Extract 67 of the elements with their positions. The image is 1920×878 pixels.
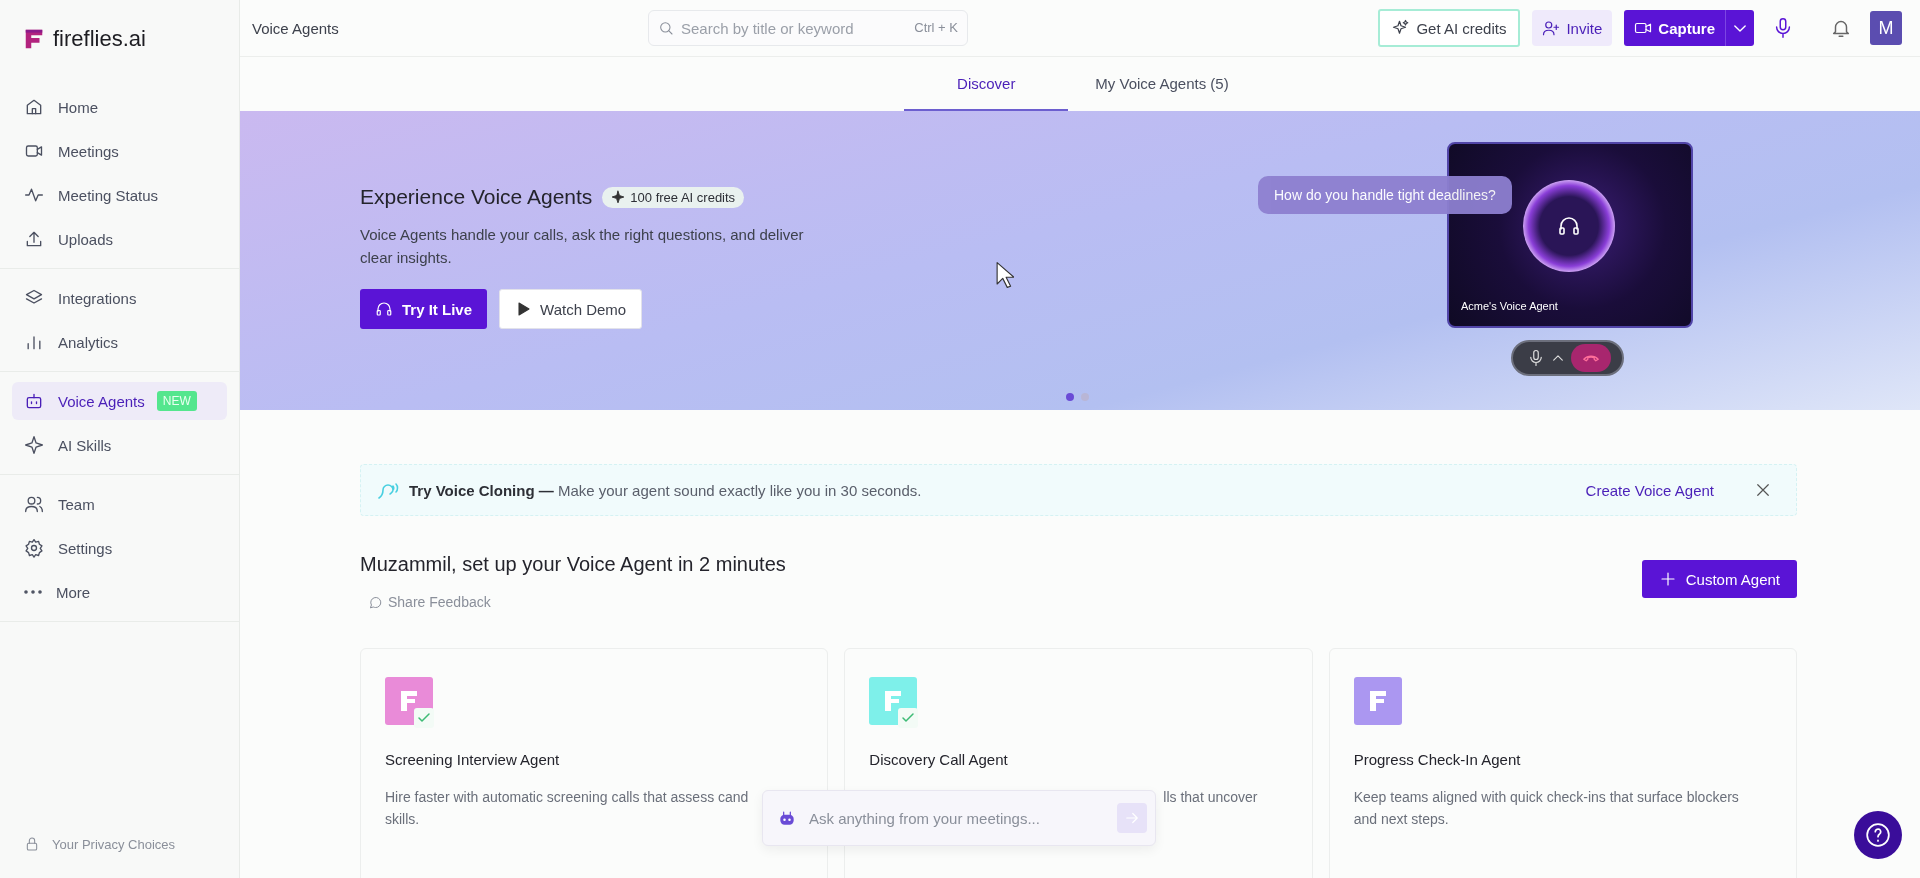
card-title: Progress Check-In Agent bbox=[1353, 751, 1522, 768]
try-live-button[interactable]: Try It Live bbox=[360, 289, 488, 329]
get-credits-button[interactable]: Get AI credits bbox=[1378, 9, 1521, 47]
card-description: Hire faster with automatic screening calls that assess cand bbox=[385, 788, 749, 807]
sidebar-item[interactable]: Team bbox=[12, 485, 227, 523]
custom-agent-button[interactable]: Custom Agent bbox=[1641, 560, 1797, 598]
sidebar-item[interactable]: Uploads bbox=[12, 220, 227, 258]
watch-demo-button[interactable]: Watch Demo bbox=[499, 289, 643, 329]
sidebar-item[interactable]: Voice Agents NEW bbox=[12, 382, 227, 420]
sidebar-item[interactable]: More bbox=[12, 573, 227, 611]
hang-up-button[interactable] bbox=[1571, 344, 1611, 372]
sidebar-item[interactable]: AI Skills bbox=[12, 426, 227, 464]
page-title: Voice Agents bbox=[252, 19, 340, 37]
microphone-icon[interactable] bbox=[1527, 349, 1545, 367]
carousel-dot[interactable] bbox=[1081, 393, 1089, 401]
robot-icon bbox=[24, 391, 44, 411]
people-icon bbox=[24, 494, 44, 514]
more-icon bbox=[24, 590, 42, 594]
sidebar-item[interactable]: Settings bbox=[12, 529, 227, 567]
brand-name: fireflies.ai bbox=[53, 26, 146, 52]
agent-name: Acme's Voice Agent bbox=[1461, 300, 1558, 312]
sparkle-icon bbox=[1392, 19, 1411, 37]
new-badge: NEW bbox=[156, 391, 197, 411]
user-avatar[interactable]: M bbox=[1870, 11, 1902, 45]
question-mark-icon bbox=[1865, 822, 1891, 848]
chat-bubble-icon bbox=[368, 594, 383, 610]
settings-icon bbox=[24, 538, 44, 558]
home-icon bbox=[24, 97, 44, 117]
upload-icon bbox=[24, 229, 44, 249]
hero-title: Experience Voice Agents bbox=[360, 185, 593, 209]
close-icon[interactable] bbox=[1754, 481, 1772, 499]
chevron-up-icon[interactable] bbox=[1553, 355, 1563, 361]
card-title: Discovery Call Agent bbox=[869, 751, 1009, 768]
section-heading: Muzammil, set up your Voice Agent in 2 minutes bbox=[360, 553, 786, 576]
help-button[interactable] bbox=[1854, 811, 1902, 859]
sidebar-item[interactable]: Meeting Status bbox=[12, 176, 227, 214]
card-description: skills. bbox=[385, 810, 420, 829]
play-icon bbox=[515, 300, 532, 318]
tab[interactable]: My Voice Agents (5) bbox=[1068, 57, 1256, 111]
sidebar-item[interactable]: Meetings bbox=[12, 132, 227, 170]
card-description: and next steps. bbox=[1353, 810, 1449, 829]
search-icon bbox=[658, 20, 674, 36]
mouse-cursor-icon bbox=[996, 261, 1014, 289]
hero-description: Voice Agents handle your calls, ask the right questions, and deliver clear insights. bbox=[360, 225, 805, 268]
credits-badge: 100 free AI credits bbox=[602, 186, 745, 208]
lock-icon bbox=[24, 836, 40, 852]
phone-icon bbox=[1583, 354, 1599, 362]
headset-icon bbox=[1557, 214, 1581, 238]
carousel-dot[interactable] bbox=[1066, 393, 1074, 401]
sidebar-item[interactable]: Analytics bbox=[12, 323, 227, 361]
banner-message: Try Voice Cloning — Make your agent sound exactly like you in 30 seconds. bbox=[409, 481, 923, 499]
headset-icon bbox=[375, 300, 393, 318]
sidebar-item[interactable]: Integrations bbox=[12, 279, 227, 317]
invite-button[interactable]: Invite bbox=[1532, 10, 1613, 46]
card-description: lls that uncover bbox=[1163, 788, 1258, 807]
add-person-icon bbox=[1542, 19, 1561, 37]
shortcut-hint: Ctrl + K bbox=[914, 20, 958, 35]
question-bubble: How do you handle tight deadlines? bbox=[1258, 176, 1512, 214]
create-voice-agent-link[interactable]: Create Voice Agent bbox=[1585, 481, 1714, 499]
card-description: Keep teams aligned with quick check-ins that surface blockers bbox=[1353, 788, 1739, 807]
sparkle-icon bbox=[24, 435, 44, 455]
agent-card[interactable]: Progress Check-In Agent Keep teams aligned with quick check-ins that surface blockers and next steps. bbox=[1328, 648, 1797, 878]
ask-bar[interactable]: Ask anything from your meetings... bbox=[762, 790, 1156, 846]
logo-icon bbox=[23, 27, 45, 51]
sidebar-item[interactable]: Home bbox=[12, 88, 227, 126]
chevron-down-icon bbox=[1734, 24, 1746, 32]
card-title: Screening Interview Agent bbox=[385, 751, 561, 768]
